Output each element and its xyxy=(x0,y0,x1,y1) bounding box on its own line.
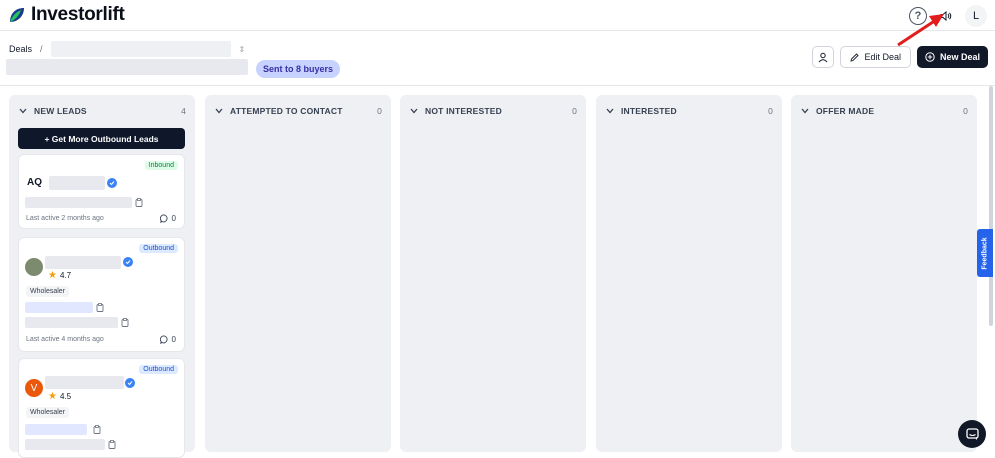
lead-initial-avatar: V xyxy=(25,379,43,397)
lead-email-redacted xyxy=(25,424,87,435)
chevron-down-icon xyxy=(606,108,614,114)
comments-count[interactable]: 0 xyxy=(159,335,176,344)
lead-photo-avatar xyxy=(25,258,43,276)
column-offer-made: OFFER MADE 0 xyxy=(791,95,977,452)
comments-value: 0 xyxy=(171,335,176,344)
column-attempted-to-contact: ATTEMPTED TO CONTACT 0 xyxy=(205,95,391,452)
copy-icon[interactable] xyxy=(108,440,116,449)
column-count: 0 xyxy=(768,106,773,116)
deal-name-redacted[interactable] xyxy=(50,41,231,57)
lead-phone-redacted xyxy=(25,317,118,328)
column-header[interactable]: NOT INTERESTED 0 xyxy=(410,106,577,116)
lead-name-redacted xyxy=(45,256,121,269)
column-count: 0 xyxy=(377,106,382,116)
plus-circle-icon xyxy=(925,52,935,62)
copy-icon[interactable] xyxy=(121,318,129,327)
breadcrumb-deals[interactable]: Deals xyxy=(9,44,32,54)
inbound-badge: Inbound xyxy=(144,161,178,170)
column-interested: INTERESTED 0 xyxy=(596,95,782,452)
chat-launcher-button[interactable] xyxy=(958,420,986,448)
lead-card[interactable]: Inbound AQ Last active 2 months ago 0 xyxy=(18,154,185,229)
column-title: ATTEMPTED TO CONTACT xyxy=(230,106,343,116)
column-header[interactable]: OFFER MADE 0 xyxy=(801,106,968,116)
verified-icon xyxy=(107,178,117,188)
column-header[interactable]: ATTEMPTED TO CONTACT 0 xyxy=(215,106,382,116)
rating-value: 4.7 xyxy=(59,271,72,280)
column-not-interested: NOT INTERESTED 0 xyxy=(400,95,586,452)
chevron-down-icon xyxy=(19,108,27,114)
app-name: Investorlift xyxy=(31,4,125,25)
deal-address-redacted xyxy=(6,59,248,75)
top-bar: Investorlift ? L xyxy=(0,0,995,47)
comment-icon xyxy=(159,214,168,223)
deal-header: Deals / ⇕ Sent to 8 buyers Edit Deal New… xyxy=(0,31,995,86)
comments-count[interactable]: 0 xyxy=(159,214,176,223)
logo[interactable]: Investorlift xyxy=(8,4,125,26)
get-outbound-leads-button[interactable]: + Get More Outbound Leads xyxy=(18,128,185,149)
column-new-leads: NEW LEADS 4 + Get More Outbound Leads In… xyxy=(9,95,195,458)
outbound-badge: Outbound xyxy=(139,365,178,374)
last-active-text: Last active 2 months ago xyxy=(26,215,104,222)
rating-value: 4.5 xyxy=(59,392,72,401)
column-title: NEW LEADS xyxy=(34,106,87,116)
copy-icon[interactable] xyxy=(96,303,104,312)
lead-name-redacted xyxy=(49,176,105,190)
lead-initials: AQ xyxy=(27,177,42,188)
chevron-down-icon xyxy=(801,108,809,114)
verified-icon xyxy=(123,257,133,267)
lead-rating: ★ 4.5 xyxy=(48,391,71,402)
last-active-text: Last active 4 months ago xyxy=(26,336,104,343)
star-icon: ★ xyxy=(48,391,57,402)
new-deal-label: New Deal xyxy=(939,52,980,62)
edit-deal-button[interactable]: Edit Deal xyxy=(840,46,911,68)
leaf-logo-icon xyxy=(10,8,24,22)
edit-deal-label: Edit Deal xyxy=(864,52,901,62)
lead-card[interactable]: Outbound ★ 4.7 Wholesaler Last active 4 … xyxy=(18,237,185,352)
comments-value: 0 xyxy=(171,214,176,223)
chevron-down-icon xyxy=(410,108,418,114)
copy-icon[interactable] xyxy=(135,198,143,207)
breadcrumb-separator: / xyxy=(40,44,43,54)
verified-icon xyxy=(125,378,135,388)
assign-user-button[interactable] xyxy=(812,46,835,68)
lead-name-redacted xyxy=(45,376,124,389)
user-avatar[interactable]: L xyxy=(965,5,987,27)
chevron-down-icon xyxy=(215,108,223,114)
lead-card[interactable]: Outbound V ★ 4.5 Wholesaler xyxy=(18,358,185,458)
column-count: 0 xyxy=(572,106,577,116)
breadcrumb: Deals / ⇕ xyxy=(9,41,245,57)
lead-contact-redacted xyxy=(25,197,132,208)
new-deal-button[interactable]: New Deal xyxy=(916,46,988,68)
column-title: OFFER MADE xyxy=(816,106,875,116)
user-icon xyxy=(818,52,828,62)
column-header[interactable]: NEW LEADS 4 xyxy=(19,106,186,116)
outbound-badge: Outbound xyxy=(139,244,178,253)
feedback-label: Feedback xyxy=(981,236,989,270)
vertical-scrollbar[interactable] xyxy=(989,86,993,326)
comment-icon xyxy=(159,335,168,344)
copy-icon[interactable] xyxy=(93,425,101,434)
kanban-board: NEW LEADS 4 + Get More Outbound Leads In… xyxy=(0,86,995,458)
pencil-icon xyxy=(850,52,860,62)
lead-phone-redacted xyxy=(25,439,105,450)
column-count: 4 xyxy=(181,106,186,116)
feedback-tab[interactable]: Feedback xyxy=(977,229,993,277)
column-title: INTERESTED xyxy=(621,106,677,116)
column-header[interactable]: INTERESTED 0 xyxy=(606,106,773,116)
lead-rating: ★ 4.7 xyxy=(48,270,71,281)
sent-to-buyers-badge[interactable]: Sent to 8 buyers xyxy=(256,60,341,78)
wholesaler-tag: Wholesaler xyxy=(26,286,70,297)
column-title: NOT INTERESTED xyxy=(425,106,502,116)
chat-icon xyxy=(965,427,979,440)
wholesaler-tag: Wholesaler xyxy=(26,407,70,418)
lead-email-redacted xyxy=(25,302,93,313)
sort-icon[interactable]: ⇕ xyxy=(239,45,246,54)
column-count: 0 xyxy=(963,106,968,116)
star-icon: ★ xyxy=(48,270,57,281)
